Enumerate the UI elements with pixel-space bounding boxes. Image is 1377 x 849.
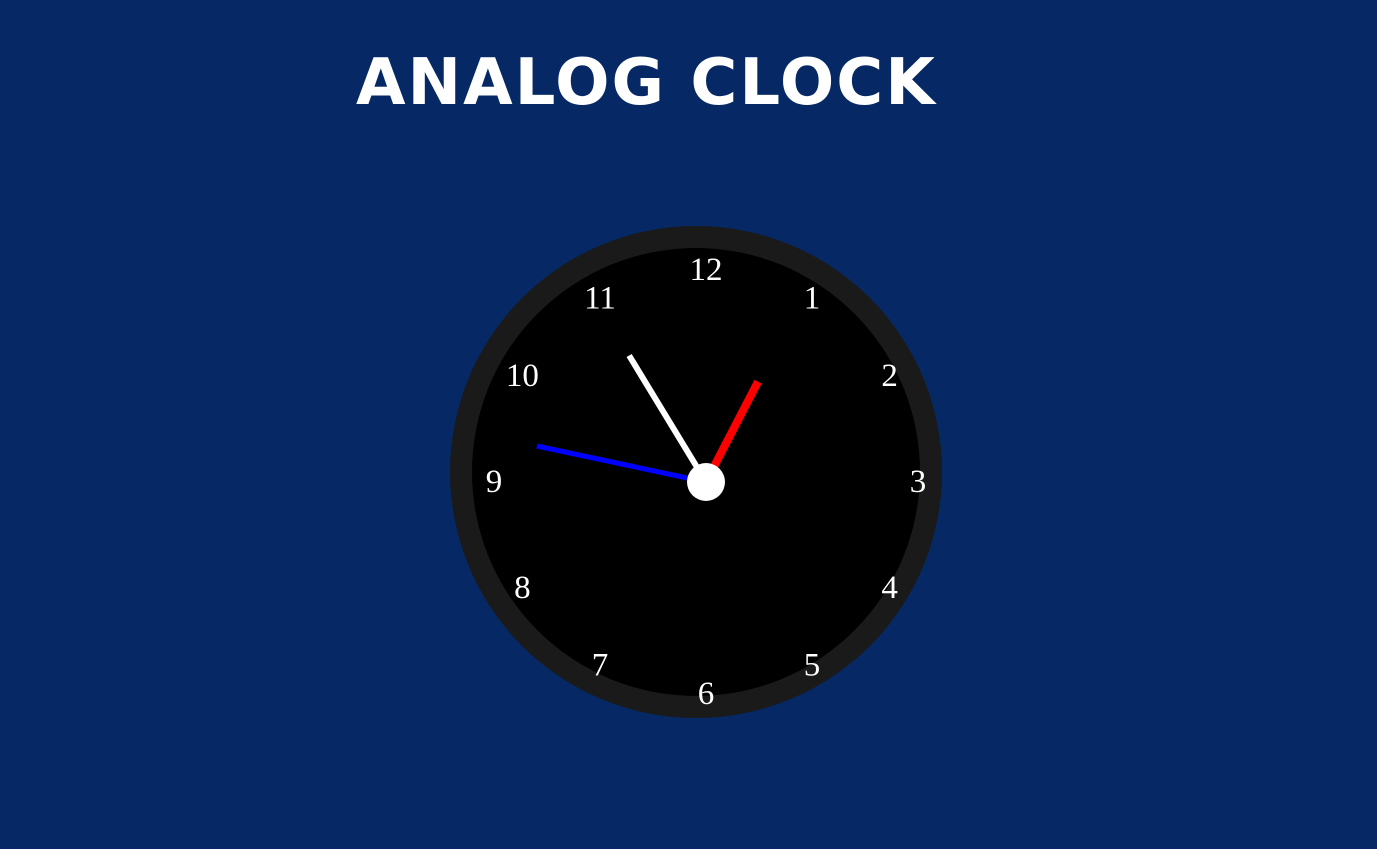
clock-face-svg: 121234567891011 xyxy=(450,226,942,718)
clock-numeral-5: 5 xyxy=(804,648,821,684)
analog-clock: 12 1 2 3 4 5 6 7 8 9 10 11 xyxy=(449,225,943,719)
clock-center-cap xyxy=(687,463,725,501)
clock-numeral-4: 4 xyxy=(881,570,898,606)
clock-numeral-7: 7 xyxy=(592,648,609,684)
clock-numeral-2: 2 xyxy=(881,358,898,394)
clock-numeral-9: 9 xyxy=(486,464,503,500)
clock-numeral-1: 1 xyxy=(804,280,821,316)
page: ANALOG CLOCK 12 1 2 3 4 5 6 7 8 9 10 11 xyxy=(0,0,1377,849)
clock-numeral-10: 10 xyxy=(506,358,539,394)
clock-numeral-11: 11 xyxy=(584,280,616,316)
clock-numeral-8: 8 xyxy=(514,570,531,606)
clock-numeral-12: 12 xyxy=(690,252,723,288)
clock-numeral-6: 6 xyxy=(698,676,715,712)
clock-numeral-3: 3 xyxy=(910,464,927,500)
page-title: ANALOG CLOCK xyxy=(356,46,937,120)
